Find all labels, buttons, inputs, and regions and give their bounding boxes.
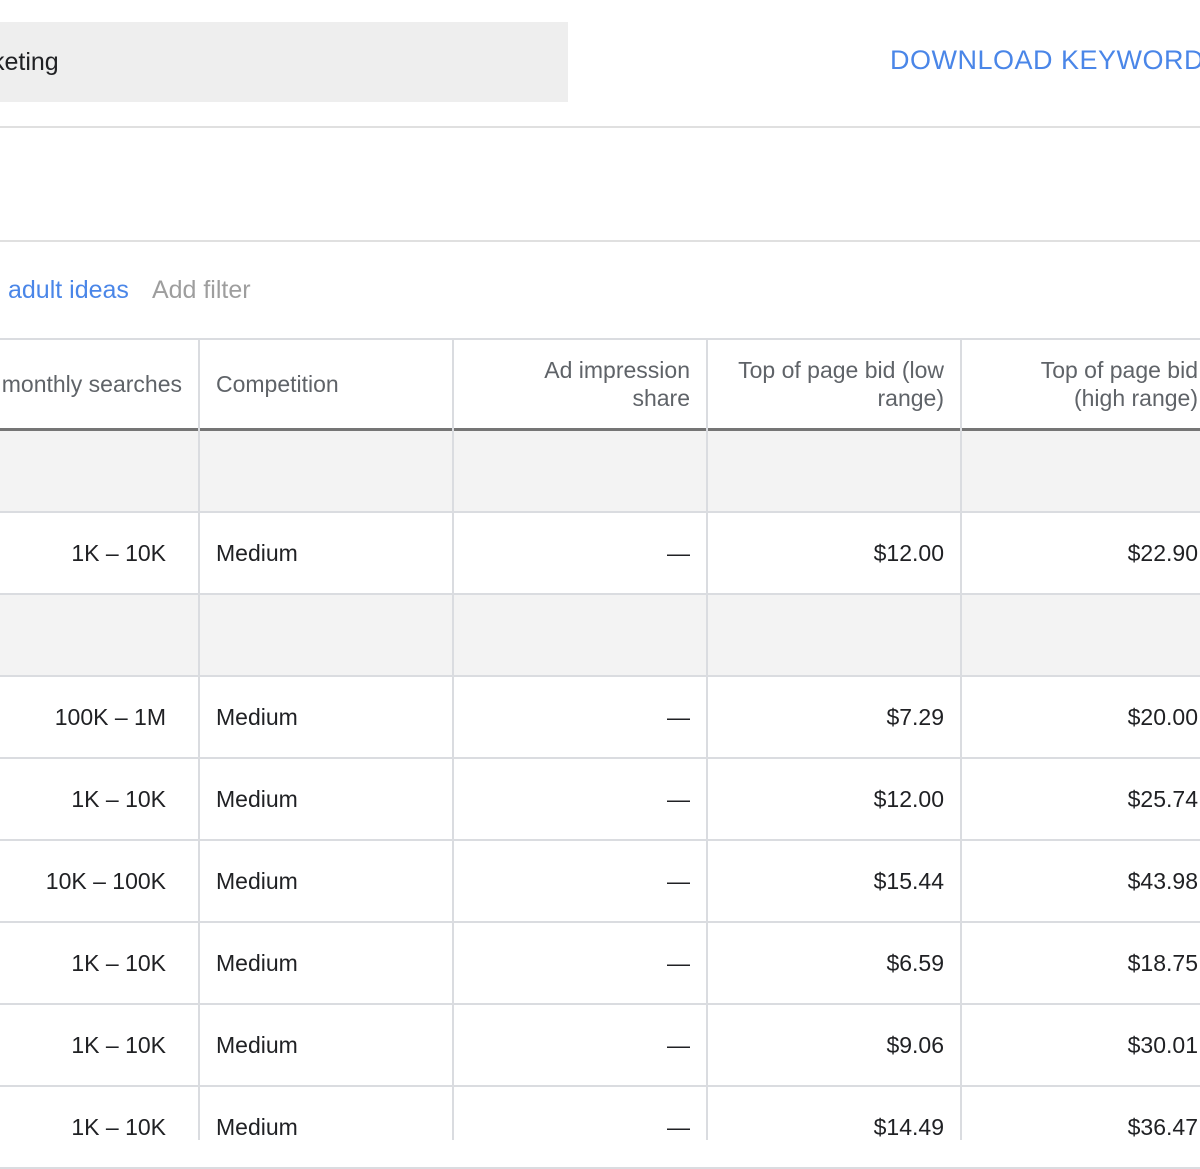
cell-top-bid-high: $30.01 <box>1127 1031 1198 1058</box>
table-row[interactable]: 100K – 1M Medium — $7.29 $20.00 <box>0 677 1200 759</box>
table-row[interactable]: 1K – 10K Medium — $12.00 $22.90 <box>0 513 1200 595</box>
table-row[interactable]: 1K – 10K Medium — $6.59 $18.75 <box>0 923 1200 1005</box>
cell-ad-impression-share: — <box>667 539 690 566</box>
column-header-label-line: Ad impression <box>544 357 690 383</box>
cell-top-bid-high: $25.74 <box>1127 785 1198 812</box>
column-divider <box>452 338 454 1140</box>
cell-competition: Medium <box>216 1031 298 1058</box>
cell-top-bid-low: $14.49 <box>873 1113 944 1140</box>
column-header-label-line: Top of page bid <box>1040 357 1198 383</box>
cell-ad-impression-share: — <box>667 1113 690 1140</box>
cell-top-bid-high: $22.90 <box>1127 539 1198 566</box>
cell-monthly-searches: 1K – 10K <box>71 539 166 566</box>
cell-competition: Medium <box>216 1113 298 1140</box>
cell-ad-impression-share: — <box>667 703 690 730</box>
keyword-search-field[interactable] <box>0 22 568 102</box>
table-row[interactable]: 1K – 10K Medium — $9.06 $30.01 <box>0 1005 1200 1087</box>
cell-ad-impression-share: — <box>667 949 690 976</box>
keyword-search-input[interactable] <box>0 46 562 78</box>
cell-competition: Medium <box>216 785 298 812</box>
cell-competition: Medium <box>216 703 298 730</box>
table-row[interactable]: 10K – 100K Medium — $15.44 $43.98 <box>0 841 1200 923</box>
column-header-label: Top of page bid (low range) <box>738 356 944 412</box>
filter-chip-adult-ideas[interactable]: adult ideas <box>8 276 129 305</box>
table-row[interactable]: 1K – 10K Medium — $14.49 $36.47 <box>0 1087 1200 1169</box>
column-header-label: Top of page bid (high range) <box>1041 356 1198 412</box>
cell-top-bid-low: $15.44 <box>873 867 944 894</box>
column-header-label: Competition <box>216 371 339 397</box>
cell-top-bid-high: $18.75 <box>1127 949 1198 976</box>
table-row[interactable]: 1K – 10K Medium — $12.00 $25.74 <box>0 759 1200 841</box>
column-header-competition[interactable]: Competition <box>216 340 446 428</box>
column-header-label: Ad impression share <box>544 356 690 412</box>
cell-monthly-searches: 1K – 10K <box>71 785 166 812</box>
column-header-label-line: share <box>632 385 690 411</box>
cell-ad-impression-share: — <box>667 1031 690 1058</box>
cell-ad-impression-share: — <box>667 785 690 812</box>
divider <box>0 240 1200 242</box>
cell-monthly-searches: 1K – 10K <box>71 1031 166 1058</box>
column-header-label-line: (high range) <box>1073 385 1198 411</box>
column-divider <box>198 338 200 1140</box>
cell-top-bid-low: $12.00 <box>873 539 944 566</box>
cell-top-bid-low: $7.29 <box>886 703 944 730</box>
column-header-top-bid-low[interactable]: Top of page bid (low range) <box>708 340 944 428</box>
cell-top-bid-low: $9.06 <box>886 1031 944 1058</box>
column-header-monthly-searches[interactable]: monthly searches <box>0 340 182 428</box>
cell-competition: Medium <box>216 867 298 894</box>
column-header-label-line: range) <box>877 385 944 411</box>
column-header-ad-impression-share[interactable]: Ad impression share <box>454 340 690 428</box>
group-header-row <box>0 595 1200 677</box>
filter-bar: adult ideas Add filter <box>0 272 251 308</box>
cell-top-bid-low: $12.00 <box>873 785 944 812</box>
column-header-label-line: Top of page bid (low <box>738 357 944 383</box>
cell-ad-impression-share: — <box>667 867 690 894</box>
cell-top-bid-high: $36.47 <box>1127 1113 1198 1140</box>
cell-monthly-searches: 10K – 100K <box>45 867 166 894</box>
add-filter-button[interactable]: Add filter <box>152 276 251 305</box>
cell-top-bid-high: $20.00 <box>1127 703 1198 730</box>
column-header-top-bid-high[interactable]: Top of page bid (high range) <box>962 340 1198 428</box>
cell-top-bid-high: $43.98 <box>1127 867 1198 894</box>
column-header-label: monthly searches <box>1 371 182 397</box>
cell-competition: Medium <box>216 949 298 976</box>
column-divider <box>960 338 962 1140</box>
group-header-row <box>0 431 1200 513</box>
column-divider <box>706 338 708 1140</box>
cell-top-bid-low: $6.59 <box>886 949 944 976</box>
cell-monthly-searches: 1K – 10K <box>71 949 166 976</box>
table-header-row: monthly searches Competition Ad impressi… <box>0 338 1200 428</box>
download-keyword-ideas-link[interactable]: DOWNLOAD KEYWORD I <box>890 45 1200 76</box>
cell-monthly-searches: 100K – 1M <box>54 703 166 730</box>
divider <box>0 126 1200 128</box>
cell-monthly-searches: 1K – 10K <box>71 1113 166 1140</box>
cell-competition: Medium <box>216 539 298 566</box>
